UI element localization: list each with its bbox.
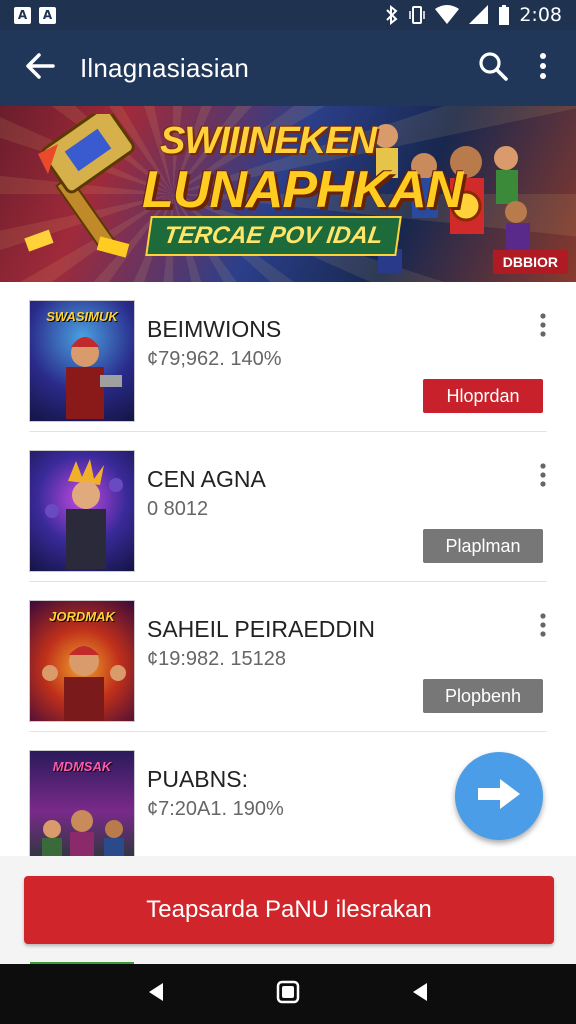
item-action-button[interactable]: Hloprdan [423,379,543,413]
item-more-button[interactable] [531,312,555,342]
next-fab-button[interactable] [455,752,543,840]
item-more-button[interactable] [531,612,555,642]
list-item[interactable]: JORDMAK SAHEIL PEIRAEDDIN ¢19:982. 15128… [7,582,569,732]
vibrate-icon [409,5,426,25]
item-action-button[interactable]: Plaplman [423,529,543,563]
more-vert-icon [540,312,546,342]
game-thumbnail: JORDMAK [29,600,135,722]
game-thumbnail: SWASIMUK [29,300,135,422]
bottom-action-area: Teapsarda PaNU ilesrakan [0,856,576,966]
app-bar: Ilnagnasiasian [0,30,576,106]
primary-action-button[interactable]: Teapsarda PaNU ilesrakan [24,876,554,944]
system-nav-bar [0,964,576,1024]
hammer-icon [18,106,138,269]
more-vert-icon [539,52,547,84]
thumbnail-title: SWASIMUK [46,309,118,324]
overflow-menu-button[interactable] [518,30,568,106]
recents-icon [411,982,429,1007]
home-square-icon [276,980,300,1009]
signal-icon [469,5,489,25]
item-subtitle: ¢79;962. 140% [147,348,282,370]
back-arrow-icon [25,52,55,84]
back-button[interactable] [0,30,80,106]
battery-icon [499,5,510,25]
status-bar: A A 2:08 [0,0,576,30]
banner-badge: DBBIOR [492,250,568,274]
thumbnail-title: MDMSAK [52,759,112,774]
arrow-right-icon [476,777,522,816]
list-item[interactable]: CEN AGNA 0 8012 Plaplman [7,432,569,582]
item-title: PUABNS: [147,766,248,792]
nav-home-button[interactable] [268,974,308,1014]
nav-back-button[interactable] [136,974,176,1014]
item-title: BEIMWIONS [147,316,282,342]
bluetooth-icon [385,5,399,25]
notification-icon: A [39,6,56,24]
banner-headline-1: SWIIINEKEN [160,120,377,162]
nav-recents-button[interactable] [400,974,440,1014]
banner-headline-2: LUNAPHKAN [142,161,463,219]
game-thumbnail: MDMSAK [29,750,135,872]
thumbnail-title: JORDMAK [49,609,115,624]
notification-icon: A [14,6,31,24]
item-subtitle: ¢7:20A1. 190% [147,798,284,820]
item-subtitle: ¢19:982. 15128 [147,648,287,670]
status-time: 2:08 [519,4,562,26]
item-title: SAHEIL PEIRAEDDIN [147,616,375,642]
item-title: CEN AGNA [147,466,266,492]
search-icon [478,51,508,86]
wifi-icon [435,5,460,25]
search-button[interactable] [468,30,518,106]
item-subtitle: 0 8012 [147,498,209,520]
banner-tagline: TERCAE POV IDAL [145,216,402,256]
promo-banner[interactable]: SWIIINEKEN LUNAPHKAN TERCAE POV IDAL DBB… [0,106,576,282]
more-vert-icon [540,462,546,492]
item-action-button[interactable]: Plopbenh [423,679,543,713]
game-thumbnail [29,450,135,572]
back-triangle-icon [147,982,165,1007]
more-vert-icon [540,612,546,642]
item-more-button[interactable] [531,462,555,492]
page-title: Ilnagnasiasian [80,52,250,83]
list-item[interactable]: SWASIMUK BEIMWIONS ¢79;962. 140% Hloprda… [7,282,569,432]
